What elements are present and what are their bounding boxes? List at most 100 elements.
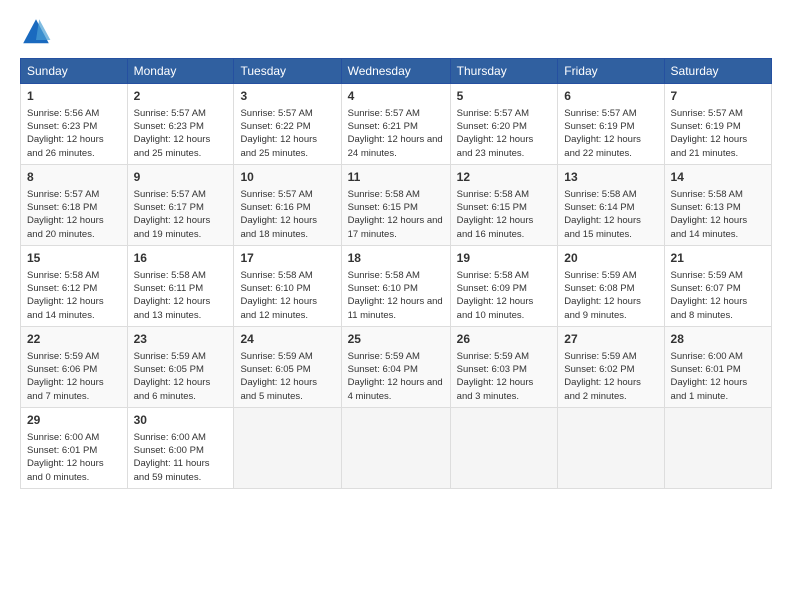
calendar-cell: 17 Sunrise: 5:58 AMSunset: 6:10 PMDayligh… [234,245,341,326]
calendar-cell: 10 Sunrise: 5:57 AMSunset: 6:16 PMDayligh… [234,164,341,245]
day-number: 28 [671,331,765,348]
day-info: Sunrise: 5:58 AMSunset: 6:09 PMDaylight:… [457,270,534,321]
day-number: 3 [240,88,334,105]
day-number: 21 [671,250,765,267]
day-number: 11 [348,169,444,186]
day-number: 4 [348,88,444,105]
calendar-cell [234,407,341,488]
calendar-cell: 7 Sunrise: 5:57 AMSunset: 6:19 PMDaylight… [664,84,771,165]
day-number: 8 [27,169,121,186]
calendar-cell: 23Sunrise: 5:59 AMSunset: 6:05 PMDayligh… [127,326,234,407]
logo-icon [20,16,52,48]
day-number: 12 [457,169,552,186]
day-info: Sunrise: 5:59 AMSunset: 6:08 PMDaylight:… [564,270,641,321]
day-info: Sunrise: 5:57 AMSunset: 6:21 PMDaylight:… [348,108,443,159]
day-info: Sunrise: 5:57 AMSunset: 6:20 PMDaylight:… [457,108,534,159]
calendar-cell: 15 Sunrise: 5:58 AMSunset: 6:12 PMDayligh… [21,245,128,326]
calendar-cell: 25 Sunrise: 5:59 AMSunset: 6:04 PMDayligh… [341,326,450,407]
day-number: 20 [564,250,657,267]
weekday-header: Friday [558,59,664,84]
day-info: Sunrise: 5:57 AMSunset: 6:23 PMDaylight:… [134,108,211,159]
day-number: 22 [27,331,121,348]
calendar-cell: 20 Sunrise: 5:59 AMSunset: 6:08 PMDayligh… [558,245,664,326]
calendar-cell: 3Sunrise: 5:57 AMSunset: 6:22 PMDaylight… [234,84,341,165]
calendar-cell: 19 Sunrise: 5:58 AMSunset: 6:09 PMDayligh… [450,245,558,326]
calendar-cell: 1 Sunrise: 5:56 AMSunset: 6:23 PMDaylight… [21,84,128,165]
day-info: Sunrise: 5:56 AMSunset: 6:23 PMDaylight:… [27,108,104,159]
calendar-cell: 27 Sunrise: 5:59 AMSunset: 6:02 PMDayligh… [558,326,664,407]
day-info: Sunrise: 5:59 AMSunset: 6:04 PMDaylight:… [348,351,443,402]
weekday-header: Thursday [450,59,558,84]
day-number: 10 [240,169,334,186]
day-info: Sunrise: 5:59 AMSunset: 6:05 PMDaylight:… [134,351,211,402]
day-info: Sunrise: 5:58 AMSunset: 6:13 PMDaylight:… [671,189,748,240]
day-number: 13 [564,169,657,186]
day-number: 15 [27,250,121,267]
calendar-week-row: 8Sunrise: 5:57 AMSunset: 6:18 PMDaylight… [21,164,772,245]
calendar-week-row: 15 Sunrise: 5:58 AMSunset: 6:12 PMDayligh… [21,245,772,326]
calendar-cell: 12 Sunrise: 5:58 AMSunset: 6:15 PMDayligh… [450,164,558,245]
day-number: 30 [134,412,228,429]
day-number: 18 [348,250,444,267]
calendar-cell: 30Sunrise: 6:00 AMSunset: 6:00 PMDayligh… [127,407,234,488]
day-info: Sunrise: 5:59 AMSunset: 6:02 PMDaylight:… [564,351,641,402]
calendar-cell: 9 Sunrise: 5:57 AMSunset: 6:17 PMDaylight… [127,164,234,245]
calendar-cell: 18 Sunrise: 5:58 AMSunset: 6:10 PMDayligh… [341,245,450,326]
calendar-cell: 22 Sunrise: 5:59 AMSunset: 6:06 PMDayligh… [21,326,128,407]
day-info: Sunrise: 5:57 AMSunset: 6:17 PMDaylight:… [134,189,211,240]
weekday-header: Saturday [664,59,771,84]
calendar: SundayMondayTuesdayWednesdayThursdayFrid… [20,58,772,489]
weekday-header: Sunday [21,59,128,84]
day-number: 5 [457,88,552,105]
day-info: Sunrise: 5:57 AMSunset: 6:19 PMDaylight:… [564,108,641,159]
day-info: Sunrise: 5:58 AMSunset: 6:14 PMDaylight:… [564,189,641,240]
calendar-week-row: 29 Sunrise: 6:00 AMSunset: 6:01 PMDayligh… [21,407,772,488]
day-info: Sunrise: 5:59 AMSunset: 6:03 PMDaylight:… [457,351,534,402]
day-info: Sunrise: 5:57 AMSunset: 6:19 PMDaylight:… [671,108,748,159]
day-number: 19 [457,250,552,267]
calendar-cell: 6 Sunrise: 5:57 AMSunset: 6:19 PMDaylight… [558,84,664,165]
day-number: 2 [134,88,228,105]
day-info: Sunrise: 5:58 AMSunset: 6:15 PMDaylight:… [457,189,534,240]
weekday-header: Tuesday [234,59,341,84]
calendar-cell: 11 Sunrise: 5:58 AMSunset: 6:15 PMDayligh… [341,164,450,245]
day-info: Sunrise: 5:59 AMSunset: 6:06 PMDaylight:… [27,351,104,402]
day-info: Sunrise: 5:58 AMSunset: 6:10 PMDaylight:… [348,270,443,321]
day-number: 6 [564,88,657,105]
calendar-cell: 29 Sunrise: 6:00 AMSunset: 6:01 PMDayligh… [21,407,128,488]
day-number: 16 [134,250,228,267]
calendar-cell: 14Sunrise: 5:58 AMSunset: 6:13 PMDayligh… [664,164,771,245]
calendar-cell: 24 Sunrise: 5:59 AMSunset: 6:05 PMDayligh… [234,326,341,407]
day-number: 27 [564,331,657,348]
calendar-cell: 21Sunrise: 5:59 AMSunset: 6:07 PMDayligh… [664,245,771,326]
day-number: 17 [240,250,334,267]
day-info: Sunrise: 5:58 AMSunset: 6:15 PMDaylight:… [348,189,443,240]
day-number: 29 [27,412,121,429]
calendar-cell [341,407,450,488]
day-info: Sunrise: 6:00 AMSunset: 6:01 PMDaylight:… [27,432,104,483]
day-number: 7 [671,88,765,105]
weekday-header: Monday [127,59,234,84]
calendar-cell: 4 Sunrise: 5:57 AMSunset: 6:21 PMDaylight… [341,84,450,165]
calendar-cell [558,407,664,488]
weekday-header-row: SundayMondayTuesdayWednesdayThursdayFrid… [21,59,772,84]
day-info: Sunrise: 5:58 AMSunset: 6:12 PMDaylight:… [27,270,104,321]
day-number: 26 [457,331,552,348]
calendar-cell: 26 Sunrise: 5:59 AMSunset: 6:03 PMDayligh… [450,326,558,407]
calendar-cell: 8Sunrise: 5:57 AMSunset: 6:18 PMDaylight… [21,164,128,245]
calendar-week-row: 1 Sunrise: 5:56 AMSunset: 6:23 PMDaylight… [21,84,772,165]
header [20,16,772,48]
day-number: 1 [27,88,121,105]
day-info: Sunrise: 5:57 AMSunset: 6:16 PMDaylight:… [240,189,317,240]
calendar-cell [664,407,771,488]
day-info: Sunrise: 6:00 AMSunset: 6:01 PMDaylight:… [671,351,748,402]
day-number: 25 [348,331,444,348]
logo [20,16,56,48]
calendar-cell: 5 Sunrise: 5:57 AMSunset: 6:20 PMDaylight… [450,84,558,165]
day-info: Sunrise: 5:59 AMSunset: 6:05 PMDaylight:… [240,351,317,402]
day-info: Sunrise: 5:58 AMSunset: 6:11 PMDaylight:… [134,270,211,321]
day-number: 9 [134,169,228,186]
day-number: 24 [240,331,334,348]
calendar-cell: 13 Sunrise: 5:58 AMSunset: 6:14 PMDayligh… [558,164,664,245]
day-info: Sunrise: 5:58 AMSunset: 6:10 PMDaylight:… [240,270,317,321]
